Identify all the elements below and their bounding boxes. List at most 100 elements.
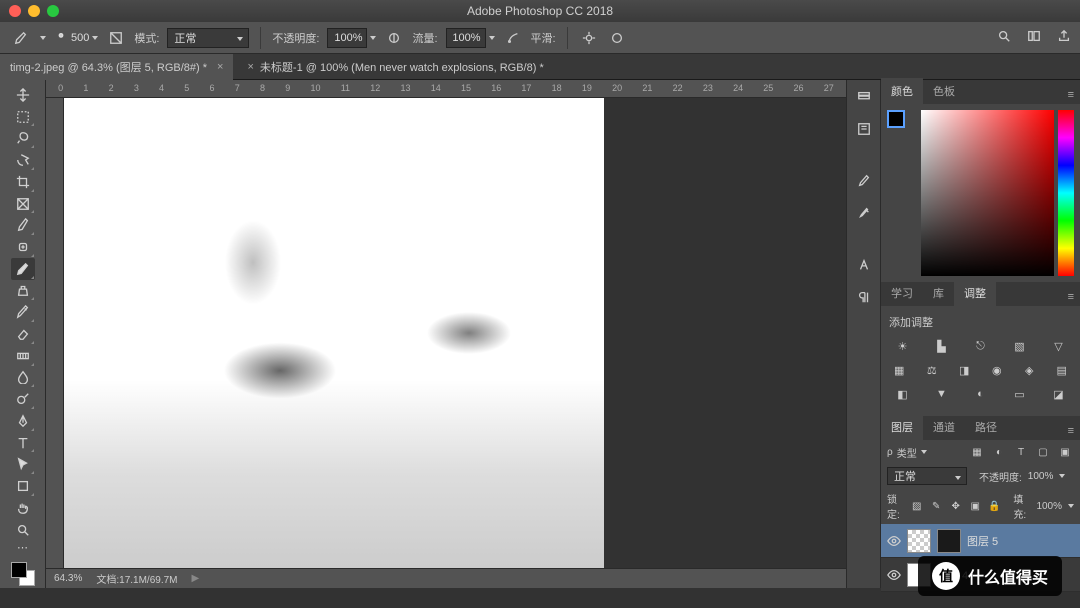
layer-opacity-value[interactable]: 100% (1028, 471, 1054, 482)
channels-tab[interactable]: 通道 (923, 414, 965, 440)
share-icon[interactable] (1054, 26, 1074, 46)
close-tab-icon[interactable]: × (247, 61, 253, 73)
character-panel-icon[interactable] (853, 254, 875, 276)
zoom-value[interactable]: 64.3% (54, 573, 82, 584)
lock-transparent-icon[interactable]: ▨ (910, 498, 923, 514)
current-tool-icon[interactable] (10, 27, 32, 49)
curves-icon[interactable]: ⎋ (972, 338, 990, 354)
chevron-down-icon[interactable] (921, 450, 927, 454)
paths-tab[interactable]: 路径 (965, 414, 1007, 440)
properties-panel-icon[interactable] (853, 118, 875, 140)
brushes-panel-icon[interactable] (853, 202, 875, 224)
swatches-tab[interactable]: 色板 (923, 78, 965, 104)
posterize-icon[interactable]: ▼ (933, 386, 951, 402)
gradient-map-icon[interactable]: ▭ (1011, 386, 1029, 402)
pressure-size-icon[interactable] (607, 28, 627, 48)
hand-tool[interactable] (11, 497, 35, 519)
window-close-button[interactable] (9, 5, 21, 17)
vibrance-icon[interactable]: ▽ (1050, 338, 1068, 354)
filter-type-icon[interactable]: T (1012, 444, 1030, 460)
levels-icon[interactable]: ▙ (933, 338, 951, 354)
airbrush-icon[interactable] (503, 28, 523, 48)
layer-thumbnail[interactable] (907, 529, 931, 553)
lock-position-icon[interactable]: ✥ (949, 498, 962, 514)
marquee-tool[interactable] (11, 106, 35, 128)
hue-sat-icon[interactable]: ▦ (890, 362, 908, 378)
visibility-toggle[interactable] (887, 568, 901, 582)
brush-settings-icon[interactable] (853, 170, 875, 192)
window-minimize-button[interactable] (28, 5, 40, 17)
bw-icon[interactable]: ◨ (955, 362, 973, 378)
shape-tool[interactable] (11, 475, 35, 497)
filter-shape-icon[interactable]: ▢ (1034, 444, 1052, 460)
workspace-switcher-icon[interactable] (1024, 26, 1044, 46)
chevron-down-icon[interactable] (489, 36, 495, 40)
filter-smart-icon[interactable]: ▣ (1056, 444, 1074, 460)
quick-select-tool[interactable] (11, 149, 35, 171)
lock-image-icon[interactable]: ✎ (930, 498, 943, 514)
horizontal-ruler[interactable]: 0123456789101112131415161718192021222324… (46, 80, 846, 98)
visibility-toggle[interactable] (887, 534, 901, 548)
search-icon[interactable] (994, 26, 1014, 46)
healing-brush-tool[interactable] (11, 236, 35, 258)
color-field[interactable] (921, 110, 1054, 276)
tool-preset-chevron-icon[interactable] (40, 36, 46, 40)
adjustments-tab[interactable]: 调整 (954, 280, 996, 306)
selective-color-icon[interactable]: ◪ (1050, 386, 1068, 402)
hue-slider[interactable] (1058, 110, 1074, 276)
fg-color[interactable] (887, 110, 905, 128)
color-lookup-icon[interactable]: ▤ (1053, 362, 1071, 378)
chevron-down-icon[interactable] (1068, 504, 1074, 508)
window-zoom-button[interactable] (47, 5, 59, 17)
layers-tab[interactable]: 图层 (881, 414, 923, 440)
learn-tab[interactable]: 学习 (881, 280, 923, 306)
clone-stamp-tool[interactable] (11, 280, 35, 302)
chevron-down-icon[interactable] (370, 36, 376, 40)
close-tab-icon[interactable]: × (217, 61, 223, 73)
vertical-ruler[interactable] (46, 98, 64, 568)
lock-artboard-icon[interactable]: ▣ (968, 498, 981, 514)
gradient-tool[interactable] (11, 345, 35, 367)
invert-icon[interactable]: ◧ (894, 386, 912, 402)
flow-field[interactable]: 100% (446, 28, 486, 48)
document-tab[interactable]: × 未标题-1 @ 100% (Men never watch explosio… (233, 54, 553, 80)
chevron-down-icon[interactable] (1059, 474, 1065, 478)
move-tool[interactable] (11, 84, 35, 106)
eraser-tool[interactable] (11, 323, 35, 345)
filter-adjust-icon[interactable]: ◐ (990, 444, 1008, 460)
color-balance-icon[interactable]: ⚖ (923, 362, 941, 378)
history-brush-tool[interactable] (11, 301, 35, 323)
document-tab[interactable]: timg-2.jpeg @ 64.3% (图层 5, RGB/8#) * × (0, 54, 233, 80)
zoom-tool[interactable] (11, 519, 35, 541)
crop-tool[interactable] (11, 171, 35, 193)
path-select-tool[interactable] (11, 453, 35, 475)
frame-tool[interactable] (11, 193, 35, 215)
lock-all-icon[interactable]: 🔒 (988, 498, 1001, 514)
exposure-icon[interactable]: ▧ (1011, 338, 1029, 354)
brush-preset-picker[interactable]: 500 (54, 31, 98, 45)
panel-menu-icon[interactable]: ≡ (1062, 422, 1080, 440)
dodge-tool[interactable] (11, 388, 35, 410)
lasso-tool[interactable] (11, 127, 35, 149)
layer-blend-mode[interactable]: 正常 (887, 467, 967, 485)
paragraph-panel-icon[interactable] (853, 286, 875, 308)
eyedropper-tool[interactable] (11, 214, 35, 236)
history-panel-icon[interactable] (853, 86, 875, 108)
libraries-tab[interactable]: 库 (923, 280, 954, 306)
opacity-field[interactable]: 100% (327, 28, 367, 48)
type-tool[interactable] (11, 432, 35, 454)
blend-mode-select[interactable]: 正常 (167, 28, 249, 48)
pen-tool[interactable] (11, 410, 35, 432)
brush-tool[interactable] (11, 258, 35, 280)
fg-color-swatch[interactable] (11, 562, 27, 578)
blur-tool[interactable] (11, 367, 35, 389)
brush-panel-toggle[interactable] (106, 28, 126, 48)
edit-toolbar[interactable]: ⋯ (11, 540, 35, 554)
photo-filter-icon[interactable]: ◉ (988, 362, 1006, 378)
layer-row[interactable]: 图层 5 (881, 524, 1080, 558)
smoothing-options-icon[interactable] (579, 28, 599, 48)
panel-menu-icon[interactable]: ≡ (1062, 86, 1080, 104)
panel-menu-icon[interactable]: ≡ (1062, 288, 1080, 306)
pressure-opacity-icon[interactable] (384, 28, 404, 48)
fill-value[interactable]: 100% (1036, 501, 1062, 512)
